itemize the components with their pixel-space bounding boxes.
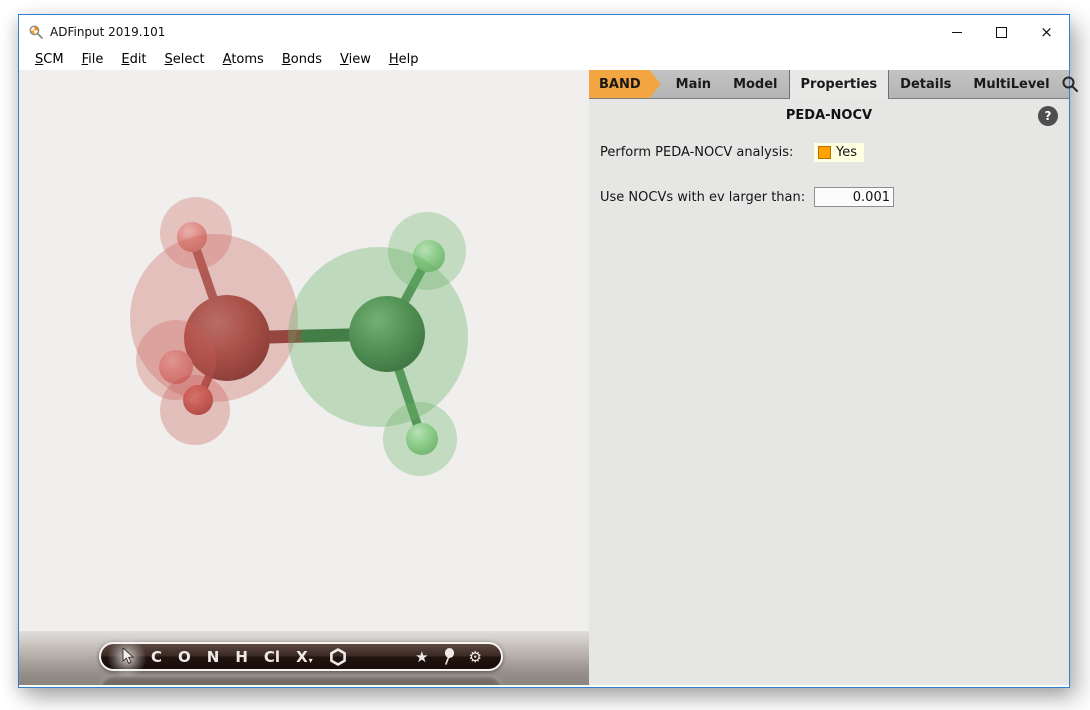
title-bar: ADFinput 2019.101 × (19, 15, 1069, 49)
nocv-ev-threshold-row: Use NOCVs with ev larger than: (600, 186, 894, 208)
menu-edit[interactable]: Edit (112, 52, 155, 67)
nocv-surface (160, 197, 232, 269)
maximize-button[interactable] (979, 15, 1024, 49)
option-value: Yes (836, 145, 857, 160)
tab-details[interactable]: Details (889, 70, 962, 98)
right-column: BANDMainModelPropertiesDetailsMultiLevel… (589, 70, 1069, 685)
nocv-surface (383, 402, 457, 476)
menu-select[interactable]: Select (156, 52, 214, 67)
viewport-bottom-bar: CONH Cl X▾ ★ ⚙ (19, 631, 589, 685)
peda-nocv-analysis-label: Perform PEDA-NOCV analysis: (600, 145, 814, 160)
select-cursor-tool[interactable] (121, 648, 135, 665)
min-icon (952, 32, 962, 33)
dropdown-arrow-icon: ▾ (309, 656, 313, 665)
menu-view[interactable]: View (331, 52, 380, 67)
minimize-button[interactable] (934, 15, 979, 49)
nocv-ev-threshold-input[interactable] (814, 187, 894, 207)
search-button[interactable] (1061, 70, 1088, 98)
structures-star-tool[interactable]: ★ (415, 648, 428, 666)
element-carbon-button[interactable]: C (151, 648, 162, 666)
toolbar-reflection (99, 675, 503, 685)
element-toolbar: CONH Cl X▾ ★ ⚙ (99, 642, 503, 671)
peda-nocv-analysis-row: Perform PEDA-NOCV analysis: Yes (600, 141, 864, 163)
element-other-dropdown[interactable]: X▾ (296, 648, 313, 666)
tab-main[interactable]: Main (665, 70, 722, 98)
tab-model[interactable]: Model (722, 70, 788, 98)
help-button[interactable]: ? (1038, 106, 1058, 126)
nocv-ev-threshold-label: Use NOCVs with ev larger than: (600, 190, 814, 205)
tab-multilevel[interactable]: MultiLevel (962, 70, 1060, 98)
nocv-surface (388, 212, 466, 290)
nocv-surface (160, 375, 230, 445)
molecule-viewport[interactable] (19, 70, 589, 631)
element-nitrogen-button[interactable]: N (207, 648, 220, 666)
menu-bar: SCMFileEditSelectAtomsBondsViewHelp (19, 49, 1069, 70)
hexagon-ring-icon (329, 648, 347, 666)
ring-structure-tool[interactable] (329, 648, 347, 666)
tab-bar: BANDMainModelPropertiesDetailsMultiLevel (589, 70, 1069, 99)
search-icon (1061, 75, 1079, 93)
window-controls: × (934, 15, 1069, 49)
menu-scm[interactable]: SCM (26, 52, 73, 67)
max-icon (996, 27, 1007, 38)
cursor-arrow-icon (121, 648, 135, 665)
close-icon: × (1040, 25, 1053, 40)
help-question-icon: ? (1045, 109, 1052, 123)
element-chlorine-button[interactable]: Cl (264, 648, 280, 666)
menu-file[interactable]: File (73, 52, 113, 67)
close-button[interactable]: × (1024, 15, 1069, 49)
menu-atoms[interactable]: Atoms (214, 52, 273, 67)
tab-band[interactable]: BAND (589, 70, 661, 98)
peda-nocv-yes-dropdown[interactable]: Yes (814, 143, 864, 162)
settings-gear-tool[interactable]: ⚙ (469, 648, 482, 666)
menu-bonds[interactable]: Bonds (273, 52, 331, 67)
molecule-3d-view[interactable] (19, 70, 589, 631)
app-window: ADFinput 2019.101 × SCMFileEditSelectAto… (18, 14, 1070, 688)
properties-panel: PEDA-NOCV ? Perform PEDA-NOCV analysis: … (589, 99, 1069, 685)
main-content: CONH Cl X▾ ★ ⚙ BANDMainModelPropertiesDetail… (19, 70, 1069, 685)
element-oxygen-button[interactable]: O (178, 648, 191, 666)
window-title: ADFinput 2019.101 (50, 25, 165, 39)
balloon-tool[interactable] (443, 648, 455, 665)
left-column: CONH Cl X▾ ★ ⚙ (19, 70, 589, 685)
element-hydrogen-button[interactable]: H (235, 648, 248, 666)
section-title: PEDA-NOCV (589, 108, 1069, 123)
option-marker-icon (818, 146, 831, 159)
menu-help[interactable]: Help (380, 52, 428, 67)
app-logo-magnifier-icon (28, 24, 44, 40)
tab-properties[interactable]: Properties (789, 70, 890, 99)
balloon-icon (443, 648, 455, 665)
